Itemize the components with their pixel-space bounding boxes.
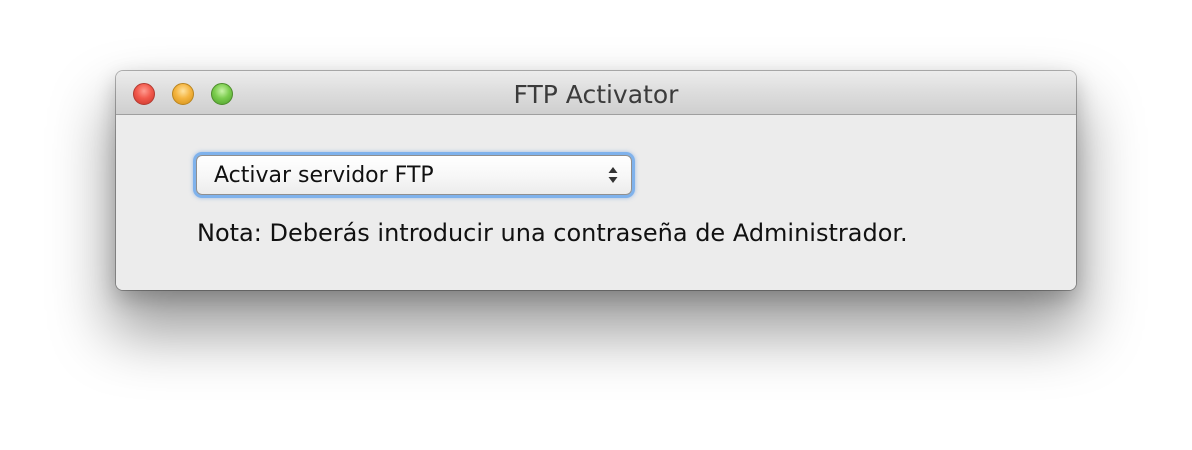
admin-password-note: Nota: Deberás introducir una contraseña … — [197, 219, 908, 247]
popup-selected-value: Activar servidor FTP — [214, 163, 434, 188]
app-window: FTP Activator Activar servidor FTP Nota:… — [116, 71, 1076, 290]
window-title: FTP Activator — [513, 80, 679, 109]
action-popup-button[interactable]: Activar servidor FTP — [196, 155, 632, 195]
title-bar[interactable]: FTP Activator — [116, 71, 1076, 115]
window-content: Activar servidor FTP Nota: Deberás intro… — [116, 115, 1076, 290]
stage: FTP Activator Activar servidor FTP Nota:… — [0, 0, 1192, 450]
up-down-arrows-icon — [608, 167, 618, 183]
